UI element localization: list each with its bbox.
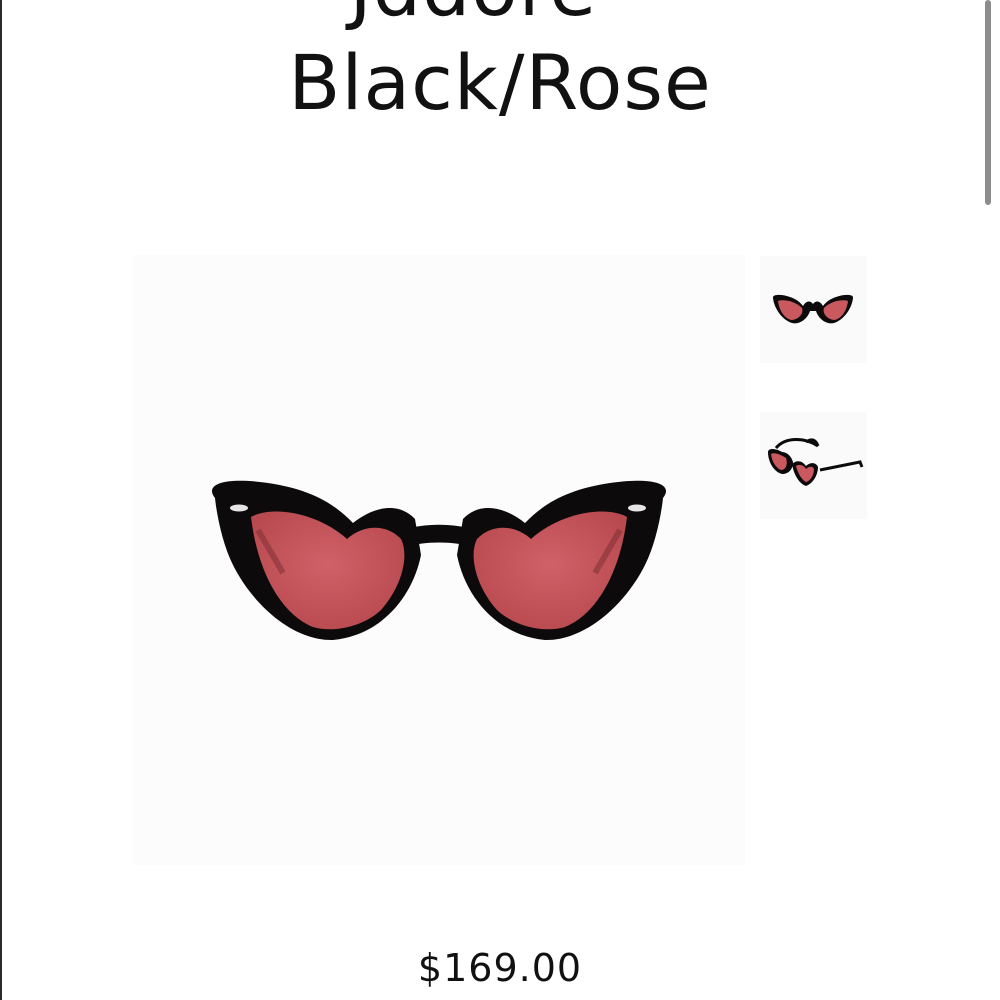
- product-title-line-1: Jddore -: [349, 0, 650, 33]
- page-left-border: [0, 0, 2, 1000]
- thumbnail-angled-view[interactable]: [760, 412, 867, 519]
- product-price: $169.00: [417, 946, 583, 990]
- product-title-line-2: Black/Rose: [288, 38, 712, 127]
- heart-sunglasses-front-icon: [211, 480, 667, 641]
- main-product-image[interactable]: [133, 255, 745, 865]
- heart-sunglasses-front-icon: [772, 294, 854, 324]
- heart-sunglasses-angled-icon: [768, 438, 864, 486]
- thumbnail-front-view[interactable]: [760, 256, 867, 363]
- product-title: Jddore - Black/Rose: [0, 0, 1000, 130]
